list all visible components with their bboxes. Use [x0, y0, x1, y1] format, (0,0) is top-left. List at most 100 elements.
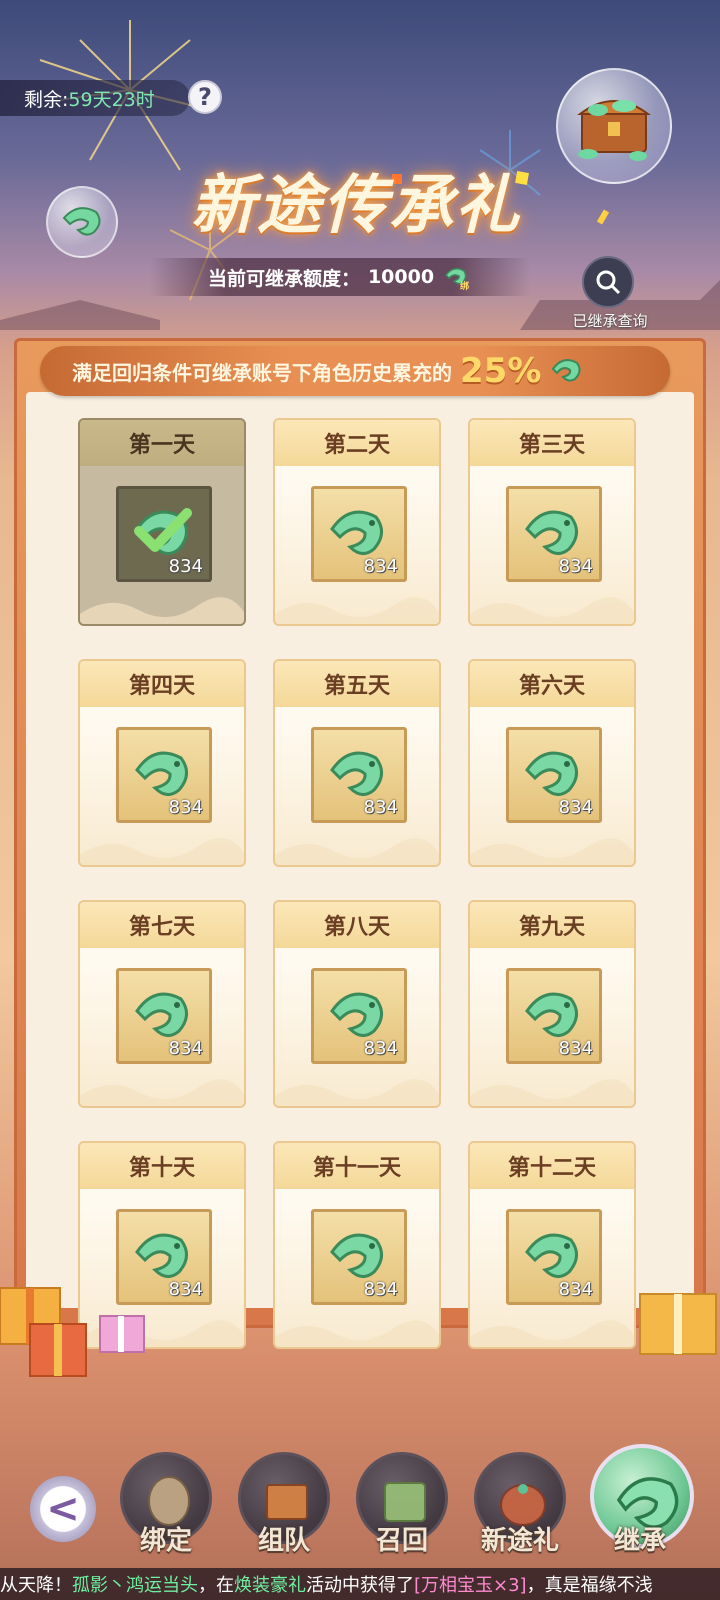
reward-count: 834: [168, 556, 203, 577]
wave-decoration: [275, 597, 439, 624]
nav-label: 继承: [613, 1526, 666, 1556]
day-card[interactable]: 第七天 834: [78, 900, 246, 1108]
inherit-percent: 25%: [460, 351, 542, 391]
reward-item[interactable]: 834: [506, 968, 602, 1064]
chest-illustration: [577, 100, 651, 161]
ticker-prefix: 从天降！: [0, 1575, 72, 1596]
day-card[interactable]: 第二天 834: [273, 418, 441, 626]
bottom-nav: 绑定 组队 召回 新途礼 继承: [106, 1444, 720, 1572]
ticker-player: 孤影丶鸿运当头: [72, 1575, 198, 1596]
banner-text: 满足回归条件可继承账号下角色历史累充的: [72, 360, 452, 385]
daily-reward-grid: 第一天 834 第二天 834 第三天 834 第四天 834 第五天 834 第六天 834 第七天 8…: [78, 418, 636, 1349]
nav-label: 新途礼: [480, 1526, 559, 1556]
reward-item[interactable]: 834: [506, 727, 602, 823]
wave-decoration: [275, 838, 439, 865]
reward-item[interactable]: 834: [311, 727, 407, 823]
reward-count: 834: [558, 1038, 593, 1059]
reward-item[interactable]: 834: [116, 968, 212, 1064]
bound-jade-icon: 绑: [445, 268, 469, 291]
inherit-quota: 当前可继承额度： 10000 绑: [150, 258, 530, 296]
day-card[interactable]: 第五天 834: [273, 659, 441, 867]
day-card[interactable]: 第三天 834: [468, 418, 636, 626]
day-label: 第四天: [80, 661, 244, 707]
jade-icon: [62, 207, 101, 236]
reward-count: 834: [558, 556, 593, 577]
day-label: 第五天: [275, 661, 439, 707]
inherit-query-label: 已继承查询: [572, 312, 648, 330]
wave-decoration: [470, 838, 634, 865]
treasure-chest-icon[interactable]: [556, 68, 672, 184]
ticker-suffix: ，真是福缘不浅: [526, 1575, 653, 1596]
day-card[interactable]: 第四天 834: [78, 659, 246, 867]
day-label: 第八天: [275, 902, 439, 948]
nav-item[interactable]: 组队: [234, 1452, 334, 1572]
day-label: 第一天: [80, 420, 244, 466]
claimed-check-icon: [134, 508, 192, 552]
reward-count: 834: [363, 1279, 398, 1300]
reward-item[interactable]: 834: [116, 727, 212, 823]
day-card[interactable]: 第六天 834: [468, 659, 636, 867]
ticker-mid2: 活动中获得了: [306, 1575, 414, 1596]
wave-decoration: [80, 1079, 244, 1106]
reward-count: 834: [363, 1038, 398, 1059]
remaining-label: 剩余:: [24, 88, 69, 111]
inherit-query-button[interactable]: [582, 256, 634, 308]
help-button[interactable]: ?: [188, 80, 222, 114]
nav-item[interactable]: 继承: [590, 1444, 694, 1572]
wave-decoration: [80, 597, 244, 624]
back-button[interactable]: <: [30, 1476, 96, 1542]
day-card[interactable]: 第九天 834: [468, 900, 636, 1108]
quota-label: 当前可继承额度：: [207, 267, 360, 290]
inherit-rule-banner: 满足回归条件可继承账号下角色历史累充的 25%: [40, 346, 670, 396]
search-icon: [596, 270, 621, 295]
wave-decoration: [470, 1079, 634, 1106]
day-label: 第十二天: [470, 1143, 634, 1189]
reward-count: 834: [168, 1279, 203, 1300]
day-label: 第九天: [470, 902, 634, 948]
reward-item[interactable]: 834: [506, 1209, 602, 1305]
bound-tag: 绑: [460, 280, 469, 291]
reward-count: 834: [363, 556, 398, 577]
ticker-mid: ，在: [198, 1575, 234, 1596]
nav-label: 组队: [257, 1526, 310, 1556]
day-card[interactable]: 第十一天 834: [273, 1141, 441, 1349]
bound-jade-icon: [552, 359, 581, 382]
day-card[interactable]: 第八天 834: [273, 900, 441, 1108]
reward-count: 834: [168, 797, 203, 818]
ticker-item: [万相宝玉×3]: [414, 1575, 527, 1596]
nav-item[interactable]: 新途礼: [470, 1452, 570, 1572]
reward-count: 834: [363, 797, 398, 818]
day-label: 第十一天: [275, 1143, 439, 1189]
gift-boxes-decoration: [0, 1287, 145, 1377]
day-card[interactable]: 第一天 834: [78, 418, 246, 626]
quota-value: 10000: [367, 266, 435, 288]
gift-box-decoration: [639, 1293, 717, 1355]
nav-label: 绑定: [139, 1526, 192, 1556]
nav-item[interactable]: 召回: [352, 1452, 452, 1572]
wave-decoration: [80, 838, 244, 865]
remaining-time: 剩余: 59天23时: [0, 80, 190, 116]
reward-count: 834: [168, 1038, 203, 1059]
wave-decoration: [275, 1320, 439, 1347]
reward-item[interactable]: 834: [506, 486, 602, 582]
reward-item[interactable]: 834: [311, 486, 407, 582]
day-label: 第七天: [80, 902, 244, 948]
wave-decoration: [470, 597, 634, 624]
broadcast-ticker: 从天降！ 孤影丶鸿运当头 ，在 焕装豪礼 活动中获得了 [万相宝玉×3] ，真是…: [0, 1568, 720, 1600]
reward-count: 834: [558, 1279, 593, 1300]
jade-bubble-icon[interactable]: [46, 186, 118, 258]
reward-item[interactable]: 834: [116, 486, 212, 582]
reward-item[interactable]: 834: [311, 968, 407, 1064]
reward-item[interactable]: 834: [311, 1209, 407, 1305]
day-label: 第十天: [80, 1143, 244, 1189]
nav-item[interactable]: 绑定: [116, 1452, 216, 1572]
reward-count: 834: [558, 797, 593, 818]
day-label: 第三天: [470, 420, 634, 466]
nav-label: 召回: [375, 1526, 428, 1556]
remaining-value: 59天23时: [68, 88, 155, 111]
day-label: 第二天: [275, 420, 439, 466]
page-title: 新途传承礼: [191, 168, 521, 243]
wave-decoration: [275, 1079, 439, 1106]
ticker-event: 焕装豪礼: [234, 1575, 306, 1596]
day-label: 第六天: [470, 661, 634, 707]
